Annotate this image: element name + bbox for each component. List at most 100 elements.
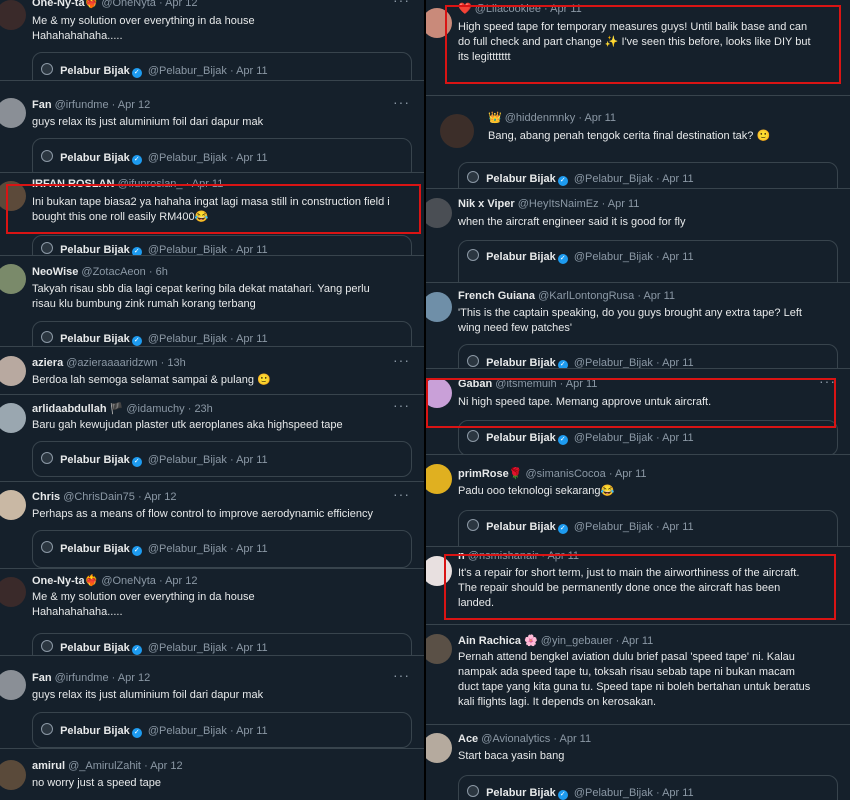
- tweet-text: Start baca yasin bang: [458, 750, 565, 762]
- tweet[interactable]: Nik x Viper @HeyItsNaimEz · Apr 11 when …: [426, 190, 850, 283]
- more-options-icon[interactable]: ···: [393, 352, 410, 368]
- tweet[interactable]: IRFAN ROSLAN @ifunroslan_ · Apr 11 Ini b…: [0, 173, 424, 256]
- tweet[interactable]: Chris @ChrisDain75 · Apr 12 ··· Perhaps …: [0, 482, 424, 569]
- quoted-tweet[interactable]: Pelabur Bijak ✓ @Pelabur_Bijak · Apr 11: [458, 162, 838, 188]
- quoted-tweet[interactable]: Pelabur Bijak ✓ @Pelabur_Bijak · Apr 11: [458, 510, 838, 546]
- quoted-tweet-header: Pelabur Bijak ✓ @Pelabur_Bijak · Apr 11: [41, 723, 268, 738]
- tweet-text: Ini bukan tape biasa2 ya hahaha ingat la…: [32, 196, 390, 223]
- avatar[interactable]: [0, 181, 26, 211]
- avatar[interactable]: [426, 292, 452, 322]
- quoted-avatar: [41, 242, 53, 254]
- avatar[interactable]: [426, 733, 452, 763]
- avatar[interactable]: [0, 490, 26, 520]
- verified-badge-icon: ✓: [131, 728, 142, 738]
- tweet[interactable]: 👑 @hiddenmnky · Apr 11 Bang, abang penah…: [426, 100, 850, 189]
- quoted-tweet[interactable]: Pelabur Bijak ✓ @Pelabur_Bijak · Apr 11: [32, 633, 412, 655]
- quoted-tweet[interactable]: Pelabur Bijak ✓ @Pelabur_Bijak · Apr 11: [32, 712, 412, 748]
- tweet-text: guys relax its just aluminium foil dari …: [32, 116, 264, 128]
- tweet[interactable]: French Guiana @KarlLontongRusa · Apr 11 …: [426, 284, 850, 369]
- quoted-tweet[interactable]: Pelabur Bijak ✓ @Pelabur_Bijak · Apr 11: [32, 52, 412, 80]
- avatar[interactable]: [0, 760, 26, 790]
- tweet-header: French Guiana @KarlLontongRusa · Apr 11: [458, 290, 676, 302]
- tweet-text: Baru gah kewujudan plaster utk aeroplane…: [32, 419, 343, 431]
- more-options-icon[interactable]: ···: [393, 667, 410, 683]
- tweet-text: 'This is the captain speaking, do you gu…: [458, 307, 802, 334]
- avatar[interactable]: [0, 264, 26, 294]
- quoted-avatar: [467, 430, 479, 442]
- right-screenshot-column: ❤️ @Lilacookiee · Apr 11 High speed tape…: [426, 0, 850, 800]
- tweet-header: Fan @irfundme · Apr 12: [32, 99, 151, 111]
- more-options-icon[interactable]: ···: [393, 0, 410, 8]
- verified-badge-icon: ✓: [131, 457, 142, 467]
- verified-badge-icon: ✓: [131, 155, 142, 165]
- more-options-icon[interactable]: ···: [819, 373, 836, 389]
- author-name[interactable]: One-Ny-ta❤️‍🔥: [32, 0, 98, 9]
- tweet[interactable]: Ace @Avionalytics · Apr 11 Start baca ya…: [426, 725, 850, 800]
- tweet[interactable]: Gaban @itsmemuih · Apr 11 ··· Ni high sp…: [426, 370, 850, 455]
- quoted-avatar: [467, 355, 479, 367]
- tweet[interactable]: NeoWise @ZotacAeon · 6h Takyah risau sbb…: [0, 256, 424, 347]
- avatar[interactable]: [0, 356, 26, 386]
- tweet-header: IRFAN ROSLAN @ifunroslan_ · Apr 11: [32, 178, 224, 190]
- avatar[interactable]: [0, 98, 26, 128]
- quoted-avatar: [467, 249, 479, 261]
- avatar[interactable]: [426, 634, 452, 664]
- quoted-avatar: [467, 785, 479, 797]
- avatar[interactable]: [0, 577, 26, 607]
- quoted-tweet-header: Pelabur Bijak ✓ @Pelabur_Bijak · Apr 11: [41, 541, 268, 556]
- quoted-tweet[interactable]: Pelabur Bijak ✓ @Pelabur_Bijak · Apr 11: [32, 138, 412, 172]
- quoted-tweet[interactable]: Pelabur Bijak ✓ @Pelabur_Bijak · Apr 11: [458, 344, 838, 368]
- tweet[interactable]: One-Ny-ta❤️‍🔥 @OneNyta · Apr 12 ··· Me &…: [0, 0, 424, 81]
- avatar[interactable]: [426, 464, 452, 494]
- tweet-header: Gaban @itsmemuih · Apr 11: [458, 378, 598, 390]
- avatar[interactable]: [426, 8, 452, 38]
- quoted-avatar: [41, 150, 53, 162]
- tweet-header: ❤️ @Lilacookiee · Apr 11: [458, 3, 582, 15]
- quoted-tweet-header: Pelabur Bijak ✓ @Pelabur_Bijak · Apr 11: [467, 249, 694, 264]
- tweet-text: Pernah attend bengkel aviation dulu brie…: [458, 651, 811, 708]
- avatar[interactable]: [0, 403, 26, 433]
- quoted-tweet[interactable]: Pelabur Bijak ✓ @Pelabur_Bijak · Apr 11: [32, 235, 412, 255]
- quoted-avatar: [41, 63, 53, 75]
- avatar[interactable]: [440, 114, 474, 148]
- avatar[interactable]: [0, 0, 26, 30]
- tweet-header: aziera @azieraaaaridzwn · 13h: [32, 357, 186, 369]
- quoted-tweet[interactable]: Pelabur Bijak ✓ @Pelabur_Bijak · Apr 11: [32, 441, 412, 477]
- more-options-icon[interactable]: ···: [393, 94, 410, 110]
- quoted-tweet[interactable]: Pelabur Bijak ✓ @Pelabur_Bijak · Apr 11: [32, 530, 412, 568]
- tweet[interactable]: Fan @irfundme · Apr 12 ··· guys relax it…: [0, 90, 424, 173]
- tweet[interactable]: amirul @_AmirulZahit · Apr 12 no worry j…: [0, 752, 424, 800]
- quoted-avatar: [467, 519, 479, 531]
- tweet-text: Perhaps as a means of flow control to im…: [32, 508, 373, 520]
- tweet-header: arlidaabdullah 🏴 @idamuchy · 23h: [32, 403, 213, 415]
- tweet-header: Nik x Viper @HeyItsNaimEz · Apr 11: [458, 198, 640, 210]
- tweet[interactable]: Fan @irfundme · Apr 12 ··· guys relax it…: [0, 662, 424, 749]
- tweet[interactable]: One-Ny-ta❤️‍🔥 @OneNyta · Apr 12 Me & my …: [0, 569, 424, 656]
- avatar[interactable]: [426, 198, 452, 228]
- quoted-tweet-header: Pelabur Bijak ✓ @Pelabur_Bijak · Apr 11: [467, 355, 694, 368]
- avatar[interactable]: [426, 378, 452, 408]
- tweet-date[interactable]: Apr 12: [165, 0, 197, 9]
- tweet[interactable]: aziera @azieraaaaridzwn · 13h ··· Berdoa…: [0, 348, 424, 395]
- author-handle[interactable]: @OneNyta: [101, 0, 156, 9]
- quoted-tweet[interactable]: Pelabur Bijak ✓ @Pelabur_Bijak · Apr 11: [458, 240, 838, 282]
- quoted-tweet[interactable]: Pelabur Bijak ✓ @Pelabur_Bijak · Apr 11: [32, 321, 412, 346]
- quoted-tweet-header: Pelabur Bijak ✓ @Pelabur_Bijak · Apr 11: [467, 519, 694, 534]
- avatar[interactable]: [0, 670, 26, 700]
- tweet[interactable]: Ain Rachica 🌸 @yin_gebauer · Apr 11 Pern…: [426, 626, 850, 725]
- quoted-tweet-header: Pelabur Bijak ✓ @Pelabur_Bijak · Apr 11: [467, 171, 694, 186]
- quoted-avatar: [467, 171, 479, 183]
- more-options-icon[interactable]: ···: [393, 486, 410, 502]
- tweet-text: High speed tape for temporary measures g…: [458, 21, 811, 63]
- quoted-avatar: [41, 541, 53, 553]
- avatar[interactable]: [426, 556, 452, 586]
- tweet[interactable]: ❤️ @Lilacookiee · Apr 11 High speed tape…: [426, 0, 850, 96]
- tweet-header: NeoWise @ZotacAeon · 6h: [32, 266, 168, 278]
- tweet[interactable]: primRose🌹 @simanisCocoa · Apr 11 Padu oo…: [426, 456, 850, 547]
- quoted-tweet[interactable]: Pelabur Bijak ✓ @Pelabur_Bijak · Apr 11: [458, 775, 838, 800]
- tweet[interactable]: arlidaabdullah 🏴 @idamuchy · 23h ··· Bar…: [0, 395, 424, 482]
- tweet-text: when the aircraft engineer said it is go…: [458, 216, 686, 228]
- quoted-tweet[interactable]: Pelabur Bijak ✓ @Pelabur_Bijak · Apr 11: [458, 420, 838, 454]
- more-options-icon[interactable]: ···: [393, 397, 410, 413]
- tweet[interactable]: n @nsmishanair · Apr 11 It's a repair fo…: [426, 548, 850, 625]
